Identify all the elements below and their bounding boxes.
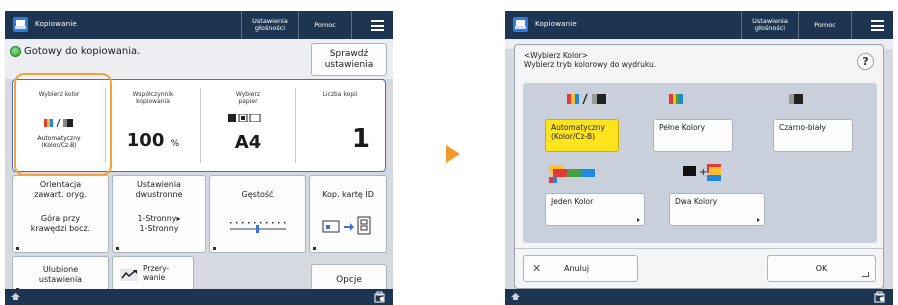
original-orientation-button[interactable]: Orientacja zawart. oryg. Góra przy krawę… xyxy=(12,175,109,253)
two-color-label: Dwa Kolory xyxy=(675,197,718,206)
svg-text:+: + xyxy=(699,167,707,178)
single-color-icon xyxy=(549,165,595,183)
cancel-button[interactable]: ✕ Anuluj xyxy=(523,255,638,282)
ok-label: OK xyxy=(815,264,828,273)
density-title: Gęstość xyxy=(241,190,274,199)
select-paper-label: Wybierz papier xyxy=(235,91,261,105)
full-color-option[interactable]: Pełne Kolory xyxy=(653,119,733,152)
auto-color-bw-icon xyxy=(567,93,606,105)
orientation-value: Góra przy krawędzi bocz. xyxy=(30,214,91,233)
title-bar: Kopiowanie Ustawienia głośności Pomoc xyxy=(505,11,893,39)
menu-icon[interactable] xyxy=(371,20,384,31)
density-button[interactable]: Gęstość xyxy=(209,175,306,253)
device-status-icon[interactable] xyxy=(874,291,886,303)
menu-icon[interactable] xyxy=(871,20,884,31)
select-paper-button[interactable]: Wybierz papier A4 xyxy=(201,80,295,170)
color-options-area: Automatyczny (Kolor/Cz-B) Pełne Kolory C… xyxy=(523,83,877,243)
bottom-bar xyxy=(505,289,893,305)
dialog-title: <Wybierz Kolor> Wybierz tryb kolorowy do… xyxy=(524,51,657,69)
app-title: Kopiowanie xyxy=(535,20,577,28)
id-card-copy-button[interactable]: Kop. kartę ID xyxy=(309,175,387,253)
single-color-option[interactable]: Jeden Kolor xyxy=(545,193,645,226)
duplex-title: Ustawienia dwustronne xyxy=(135,180,183,199)
bottom-bar xyxy=(5,289,393,305)
help-icon[interactable]: ? xyxy=(857,53,874,70)
app-title: Kopiowanie xyxy=(35,20,77,28)
duplex-settings-button[interactable]: Ustawienia dwustronne 1-Stronny▸ 1-Stron… xyxy=(112,175,206,253)
copy-ratio-unit: % xyxy=(170,139,180,149)
copy-app-icon xyxy=(513,17,528,32)
copy-screen-main: Kopiowanie Ustawienia głośności Pomoc Go… xyxy=(5,11,393,305)
id-card-icon xyxy=(322,216,371,235)
title-bar: Kopiowanie Ustawienia głośności Pomoc xyxy=(5,11,393,39)
copy-ratio-label: Współczynnik kopiowania xyxy=(132,91,174,105)
volume-settings-button[interactable]: Ustawienia głośności xyxy=(742,11,798,39)
interrupt-label: Przery- wanie xyxy=(143,264,170,282)
copies-button[interactable]: Liczba kopii 1 xyxy=(296,80,384,170)
copy-ratio-value: 100 xyxy=(126,130,165,151)
enter-icon xyxy=(862,272,869,277)
interrupt-icon xyxy=(120,269,138,281)
black-white-option[interactable]: Czarno-biały xyxy=(773,119,853,152)
ok-button[interactable]: OK xyxy=(767,255,876,282)
status-text: Gotowy do kopiowania. xyxy=(24,46,141,57)
two-color-option[interactable]: Dwa Kolory xyxy=(669,193,765,226)
select-color-screen: Kopiowanie Ustawienia głośności Pomoc <W… xyxy=(505,11,893,305)
copy-ratio-button[interactable]: Współczynnik kopiowania 100 % xyxy=(106,80,200,170)
id-card-title: Kop. kartę ID xyxy=(322,190,374,199)
copies-label: Liczba kopii xyxy=(322,91,358,98)
copy-app-icon xyxy=(13,17,28,32)
auto-color-option[interactable]: Automatyczny (Kolor/Cz-B) xyxy=(545,119,619,152)
black-white-icon xyxy=(789,94,803,104)
select-color-dialog: <Wybierz Kolor> Wybierz tryb kolorowy do… xyxy=(514,44,884,289)
full-color-icon xyxy=(669,94,683,104)
paper-source-icons xyxy=(228,114,261,122)
two-color-icon: + xyxy=(683,164,721,181)
single-color-label: Jeden Kolor xyxy=(551,197,594,206)
device-status-icon[interactable] xyxy=(374,291,386,303)
duplex-value: 1-Stronny▸ 1-Stronny xyxy=(137,214,181,233)
paper-value: A4 xyxy=(234,132,262,153)
copies-value: 1 xyxy=(351,124,370,154)
cancel-label: Anuluj xyxy=(564,264,590,273)
help-button[interactable]: Pomoc xyxy=(299,11,351,39)
volume-settings-button[interactable]: Ustawienia głośności xyxy=(242,11,298,39)
orientation-title: Orientacja zawart. oryg. xyxy=(34,180,87,199)
home-icon[interactable] xyxy=(511,293,520,300)
density-slider-icon xyxy=(230,222,286,233)
favorites-label: Ulubione ustawienia xyxy=(38,265,83,284)
close-icon: ✕ xyxy=(532,262,542,275)
check-settings-button[interactable]: Sprawdź ustawienia xyxy=(311,43,387,76)
next-step-arrow-icon xyxy=(446,145,460,163)
home-icon[interactable] xyxy=(11,293,20,300)
help-button[interactable]: Pomoc xyxy=(799,11,851,39)
highlight-frame xyxy=(14,73,112,176)
ready-status-icon xyxy=(10,46,21,57)
